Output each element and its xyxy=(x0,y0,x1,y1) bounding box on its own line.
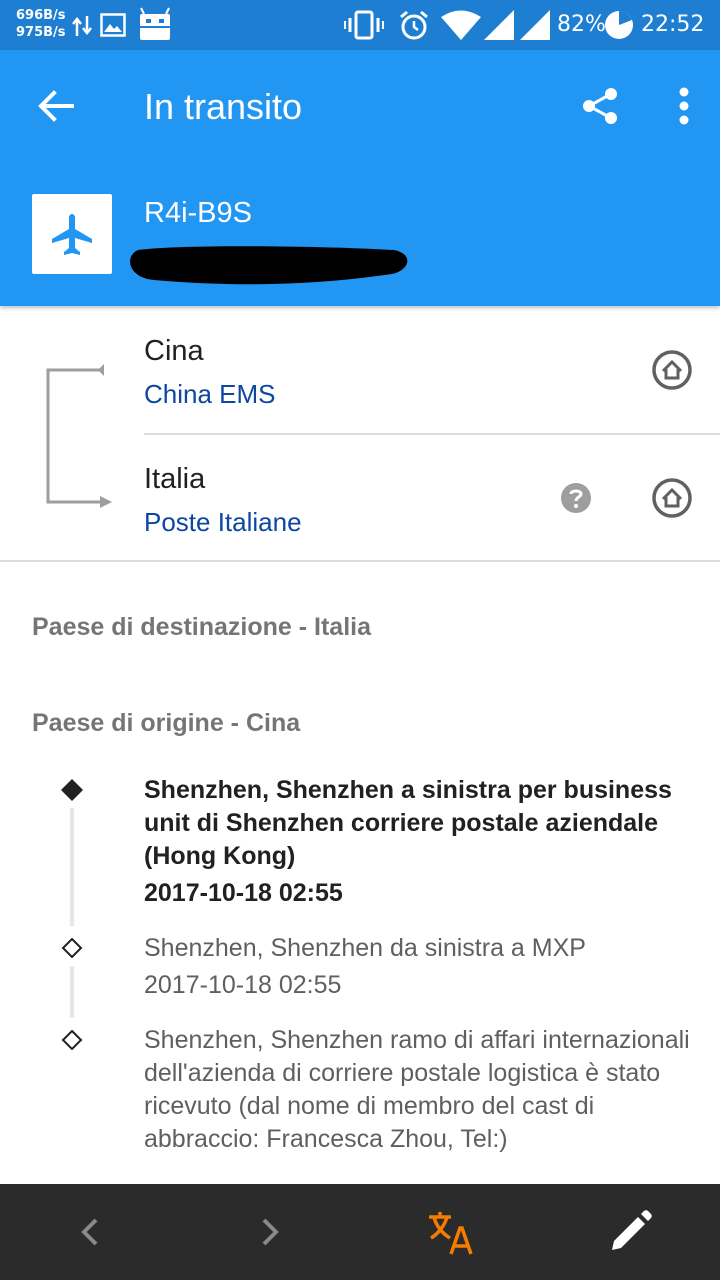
tracking-code: R4i-B9S xyxy=(144,197,252,229)
battery-percent: 82% xyxy=(557,12,606,37)
event-description: Shenzhen, Shenzhen a sinistra per busine… xyxy=(144,776,672,870)
back-button[interactable] xyxy=(34,84,78,128)
destination-section-header: Paese di destinazione - Italia xyxy=(32,613,372,641)
destination-home-button[interactable] xyxy=(650,476,694,520)
android-icon xyxy=(140,7,170,40)
origin-country: Cina xyxy=(144,335,204,367)
event-date: 2017-10-18 02:55 xyxy=(144,971,342,999)
event-description: Shenzhen, Shenzhen ramo di affari intern… xyxy=(144,1026,690,1153)
origin-home-button[interactable] xyxy=(650,348,694,392)
route-divider xyxy=(144,433,720,435)
timeline-line xyxy=(70,808,74,926)
event-date: 2017-10-18 02:55 xyxy=(144,879,343,907)
shipment-type-badge xyxy=(32,194,112,274)
bottom-toolbar xyxy=(0,1184,720,1280)
wifi-icon xyxy=(441,10,481,40)
route-card: Cina China EMS Italia Poste Italiane xyxy=(0,306,720,562)
destination-carrier[interactable]: Poste Italiane xyxy=(144,506,302,538)
redaction-mark xyxy=(130,246,408,285)
signal-icon xyxy=(520,10,550,40)
signal-icon xyxy=(484,10,514,40)
page-title: In transito xyxy=(144,86,303,127)
network-speed: 696B/s 975B/s xyxy=(16,7,66,41)
help-icon[interactable] xyxy=(560,482,592,514)
battery-icon xyxy=(605,11,633,39)
timeline-marker xyxy=(61,1029,83,1051)
net-up-speed: 696B/s xyxy=(16,8,66,23)
clock: 22:52 xyxy=(641,12,705,37)
timeline-line xyxy=(70,966,74,1018)
timeline-marker xyxy=(61,937,83,959)
airplane-icon xyxy=(52,214,92,255)
timeline-marker-current xyxy=(61,779,83,801)
share-button[interactable] xyxy=(578,84,622,128)
origin-carrier[interactable]: China EMS xyxy=(144,378,276,410)
destination-country: Italia xyxy=(144,463,206,495)
alarm-icon xyxy=(400,10,428,40)
chevron-left-icon[interactable] xyxy=(66,1208,114,1256)
translate-icon[interactable] xyxy=(426,1208,474,1256)
event-description: Shenzhen, Shenzhen da sinistra a MXP xyxy=(144,934,586,962)
chevron-right-icon[interactable] xyxy=(246,1208,294,1256)
edit-icon[interactable] xyxy=(606,1208,654,1256)
net-down-speed: 975B/s xyxy=(16,25,66,40)
origin-section-header: Paese di origine - Cina xyxy=(32,709,301,737)
data-transfer-icon xyxy=(72,16,92,36)
app-bar: In transito R4i-B9S xyxy=(0,50,720,306)
more-options-button[interactable] xyxy=(664,84,704,128)
image-icon xyxy=(100,13,126,37)
route-connector xyxy=(46,364,112,508)
vibrate-icon xyxy=(344,10,384,40)
status-bar: 696B/s 975B/s 82% 22:52 xyxy=(0,0,720,50)
